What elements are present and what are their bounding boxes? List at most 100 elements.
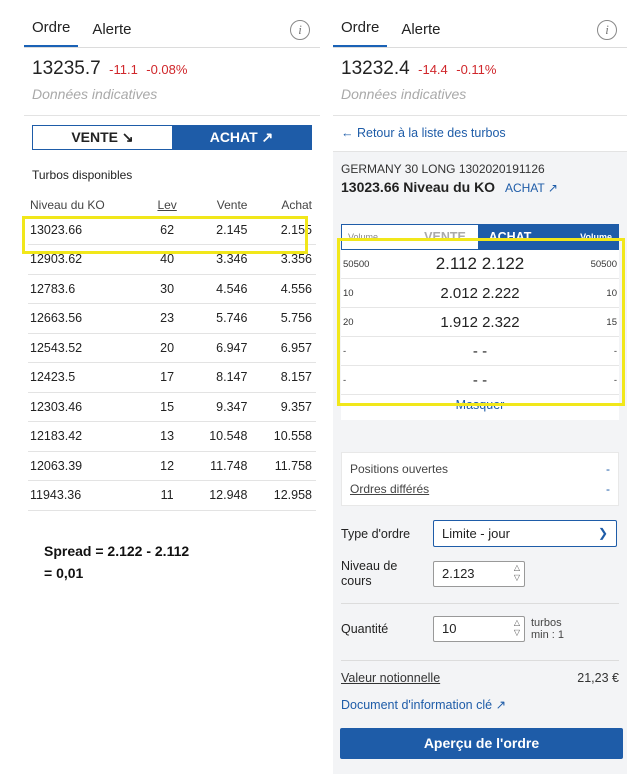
niveau-label: Niveau de cours [341,559,398,588]
ko-level-cell: 12303.46 [28,392,152,422]
niveau-row: Niveau de cours 2.123 △ ▽ [341,559,619,589]
bid-volume: 10 [343,287,354,299]
order-book-row[interactable]: -- -- [341,366,619,395]
ko-level-cell: 12783.6 [28,274,152,304]
order-book-row[interactable]: 20 1.912 2.322 15 [341,308,619,337]
order-panel-detail: Ordre Alerte i 13232.4 -14.4 -0.11% Donn… [333,0,627,774]
tab-alerte[interactable]: Alerte [84,21,139,47]
lev-cell: 15 [151,392,187,422]
achat-cell: 2.155 [251,215,316,245]
stepper-arrows-icon[interactable]: △ ▽ [514,563,520,583]
divider [341,603,619,604]
table-row[interactable]: 12183.42 13 10.548 10.558 [28,421,316,452]
vente-cell: 11.748 [186,451,252,481]
table-row[interactable]: 12663.56 23 5.746 5.756 [28,303,316,334]
ordres-differes-value: - [606,482,610,496]
achat-cell: 9.357 [251,392,316,422]
back-to-turbos-link[interactable]: ← Retour à la liste des turbos [333,116,627,152]
bid-volume: - [343,345,347,357]
achat-cell: 5.756 [251,303,316,334]
table-row[interactable]: 11943.36 11 12.948 12.958 [28,480,316,511]
order-book-rows: 50500 2.112 2.122 50500 10 2.012 2.222 10 20 1.… [341,250,619,395]
product-name: GERMANY 30 LONG 1302020191126 [341,162,545,176]
achat-cell: 4.556 [251,274,316,304]
achat-toggle-button[interactable]: ACHAT ↗ [172,126,311,149]
vente-toggle-button[interactable]: VENTE ↘ [33,126,172,149]
type-ordre-value: Limite - jour [442,526,510,541]
lev-cell: 62 [151,215,187,245]
bid-volume: 50500 [343,258,370,270]
document-info-link[interactable]: Document d'information clé ↗ [341,697,619,712]
ko-level-cell: 12903.62 [28,244,152,275]
volume-bid-header: Volume [342,225,412,249]
positions-ouvertes-row: Positions ouvertes - [350,459,610,479]
tab-ordre[interactable]: Ordre [333,19,388,47]
order-book-row[interactable]: 10 2.012 2.222 10 [341,279,619,308]
last-price: 13235.7 [32,58,101,79]
positions-ouvertes-label[interactable]: Positions ouvertes [350,459,448,479]
tab-alerte[interactable]: Alerte [393,21,448,47]
bid-volume: - [343,374,347,386]
valeur-notionnelle-label[interactable]: Valeur notionnelle [341,667,440,689]
achat-link[interactable]: ACHAT ↗ [505,181,558,195]
table-row[interactable]: 12423.5 17 8.147 8.157 [28,362,316,393]
ask-volume: - [613,345,617,357]
table-row[interactable]: 12903.62 40 3.346 3.356 [28,244,316,275]
price-change-pct: -0.11% [456,62,497,77]
bid-ask-prices: 2.012 2.222 [440,284,520,302]
vente-cell: 5.746 [186,303,252,334]
price-change-pct: -0.08% [146,62,188,77]
tab-ordre[interactable]: Ordre [24,19,79,47]
niveau-value: 2.123 [442,566,475,581]
positions-ouvertes-value: - [606,462,610,476]
vente-cell: 3.346 [186,244,252,275]
stepper-arrows-icon[interactable]: △ ▽ [514,618,520,638]
vente-cell: 12.948 [186,480,252,511]
masquer-link[interactable]: Masquer [341,395,619,420]
product-info: GERMANY 30 LONG 1302020191126 13023.66 N… [333,152,627,218]
achat-cell: 11.758 [251,451,316,481]
info-icon[interactable]: i [290,20,310,40]
lev-cell: 20 [151,333,187,363]
table-row[interactable]: 13023.66 62 2.145 2.155 [28,215,316,245]
ko-level-cell: 12423.5 [28,362,152,393]
achat-cell: 8.157 [251,362,316,393]
ordres-differes-label[interactable]: Ordres différés [350,479,429,499]
tab-bar: Ordre Alerte i [333,0,627,48]
type-ordre-select[interactable]: Limite - jour ❯ [433,520,617,547]
lev-cell: 12 [151,451,187,481]
col-ko-level: Niveau du KO [30,197,105,212]
vente-cell: 10.548 [186,421,252,452]
niveau-stepper[interactable]: 2.123 △ ▽ [433,561,525,587]
info-icon[interactable]: i [597,20,617,40]
order-panel-list: Ordre Alerte i 13235.7 -11.1 -0.08% Donn… [24,0,320,515]
positions-box: Positions ouvertes - Ordres différés - [341,452,619,506]
col-lev[interactable]: Lev [151,194,187,215]
bid-ask-prices: - - [472,342,488,360]
document-info-label: Document d'information clé [341,698,493,712]
bid-ask-prices: 1.912 2.322 [440,313,520,331]
lev-cell: 23 [151,303,187,334]
ko-level-cell: 12543.52 [28,333,152,363]
order-book: Volume VENTE ACHAT Volume 50500 2.112 2.1… [341,224,619,420]
quantite-stepper[interactable]: 10 △ ▽ [433,616,525,642]
valeur-notionnelle-row: Valeur notionnelle 21,23 € [341,667,619,689]
vente-header-tab[interactable]: VENTE [412,225,478,249]
quantite-label: Quantité [341,622,389,636]
quantite-value: 10 [442,621,457,636]
vente-cell: 8.147 [186,362,252,393]
ordres-differes-row: Ordres différés - [350,479,610,499]
order-book-row[interactable]: 50500 2.112 2.122 50500 [341,250,619,279]
type-ordre-row: Type d'ordre Limite - jour ❯ [341,520,619,547]
ko-level-cell: 13023.66 [28,215,152,245]
order-book-row[interactable]: -- -- [341,337,619,366]
ask-volume: - [613,374,617,386]
table-row[interactable]: 12063.39 12 11.748 11.758 [28,451,316,481]
table-row[interactable]: 12543.52 20 6.947 6.957 [28,333,316,363]
table-row[interactable]: 12303.46 15 9.347 9.357 [28,392,316,422]
ask-volume: 15 [606,316,617,328]
table-row[interactable]: 12783.6 30 4.546 4.556 [28,274,316,304]
quote-header: 13232.4 -14.4 -0.11% Données indicatives [333,48,627,116]
achat-header-tab[interactable]: ACHAT [478,225,542,249]
apercu-ordre-button[interactable]: Aperçu de l'ordre [340,728,623,759]
